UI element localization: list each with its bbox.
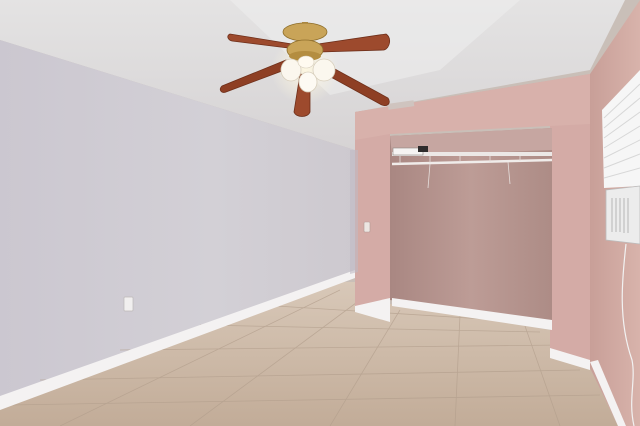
fan-canopy [282, 22, 328, 42]
closet-box-dark [418, 146, 428, 152]
fan-light-globe-back [297, 55, 315, 69]
fan-light-globe-center [298, 71, 318, 93]
wall-outlet [123, 296, 134, 312]
light-switch [363, 221, 371, 233]
closet [390, 128, 552, 322]
air-conditioner [605, 185, 640, 245]
corner-shadow [350, 150, 358, 274]
room-photo [0, 0, 640, 426]
